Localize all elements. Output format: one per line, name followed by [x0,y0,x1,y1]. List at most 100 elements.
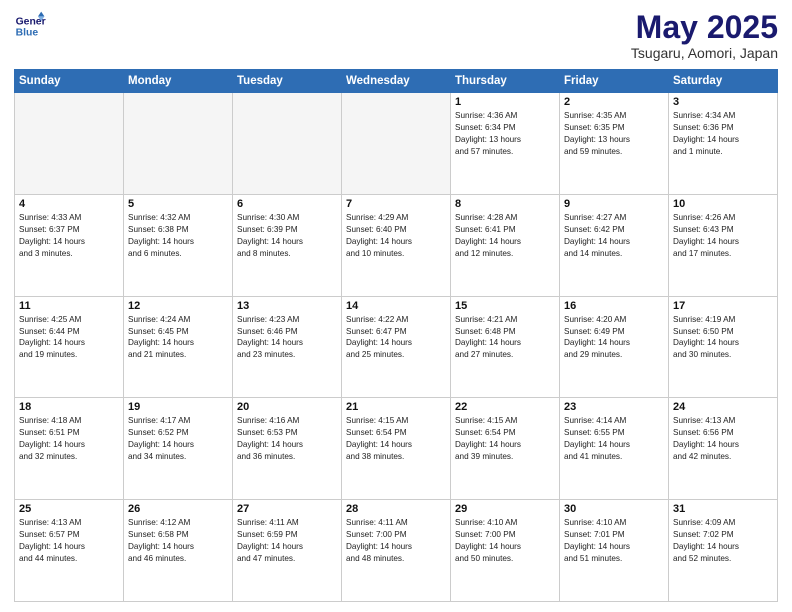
day-info: Sunrise: 4:26 AM Sunset: 6:43 PM Dayligh… [673,212,773,260]
svg-text:Blue: Blue [16,28,39,39]
calendar-cell [15,93,124,195]
day-number: 23 [564,401,664,413]
day-number: 18 [19,401,119,413]
page: General Blue May 2025 Tsugaru, Aomori, J… [0,0,792,612]
day-number: 6 [237,198,337,210]
day-info: Sunrise: 4:13 AM Sunset: 6:57 PM Dayligh… [19,517,119,565]
calendar-cell: 15 Sunrise: 4:21 AM Sunset: 6:48 PM Dayli… [451,296,560,398]
day-number: 13 [237,300,337,312]
calendar-week-5: 25Sunrise: 4:13 AM Sunset: 6:57 PM Dayli… [15,500,778,602]
day-info: Sunrise: 4:20 AM Sunset: 6:49 PM Dayligh… [564,314,664,362]
day-info: Sunrise: 4:27 AM Sunset: 6:42 PM Dayligh… [564,212,664,260]
col-tuesday: Tuesday [233,70,342,93]
day-info: Sunrise: 4:17 AM Sunset: 6:52 PM Dayligh… [128,415,228,463]
calendar-cell: 19 Sunrise: 4:17 AM Sunset: 6:52 PM Dayli… [124,398,233,500]
day-number: 4 [19,198,119,210]
day-number: 30 [564,503,664,515]
logo: General Blue [14,10,46,42]
calendar-cell [342,93,451,195]
day-number: 21 [346,401,446,413]
day-info: Sunrise: 4:29 AM Sunset: 6:40 PM Dayligh… [346,212,446,260]
calendar-cell: 18 Sunrise: 4:18 AM Sunset: 6:51 PM Dayli… [15,398,124,500]
day-number: 27 [237,503,337,515]
day-number: 7 [346,198,446,210]
col-wednesday: Wednesday [342,70,451,93]
day-info: Sunrise: 4:12 AM Sunset: 6:58 PM Dayligh… [128,517,228,565]
day-info: Sunrise: 4:15 AM Sunset: 6:54 PM Dayligh… [455,415,555,463]
location: Tsugaru, Aomori, Japan [631,45,778,61]
day-info: Sunrise: 4:15 AM Sunset: 6:54 PM Dayligh… [346,415,446,463]
calendar-cell: 25Sunrise: 4:13 AM Sunset: 6:57 PM Dayli… [15,500,124,602]
col-saturday: Saturday [669,70,778,93]
title-block: May 2025 Tsugaru, Aomori, Japan [631,10,778,61]
calendar-cell: 30 Sunrise: 4:10 AM Sunset: 7:01 PM Dayli… [560,500,669,602]
day-info: Sunrise: 4:32 AM Sunset: 6:38 PM Dayligh… [128,212,228,260]
calendar-cell: 26Sunrise: 4:12 AM Sunset: 6:58 PM Dayli… [124,500,233,602]
day-info: Sunrise: 4:33 AM Sunset: 6:37 PM Dayligh… [19,212,119,260]
day-number: 20 [237,401,337,413]
day-number: 14 [346,300,446,312]
day-info: Sunrise: 4:30 AM Sunset: 6:39 PM Dayligh… [237,212,337,260]
general-blue-logo-icon: General Blue [14,10,46,42]
calendar-cell: 20 Sunrise: 4:16 AM Sunset: 6:53 PM Dayli… [233,398,342,500]
calendar-cell: 31 Sunrise: 4:09 AM Sunset: 7:02 PM Dayli… [669,500,778,602]
calendar-cell: 29 Sunrise: 4:10 AM Sunset: 7:00 PM Dayli… [451,500,560,602]
day-number: 3 [673,96,773,108]
day-info: Sunrise: 4:13 AM Sunset: 6:56 PM Dayligh… [673,415,773,463]
day-info: Sunrise: 4:16 AM Sunset: 6:53 PM Dayligh… [237,415,337,463]
calendar-week-1: 1Sunrise: 4:36 AM Sunset: 6:34 PM Daylig… [15,93,778,195]
day-number: 24 [673,401,773,413]
day-info: Sunrise: 4:10 AM Sunset: 7:00 PM Dayligh… [455,517,555,565]
day-number: 28 [346,503,446,515]
day-info: Sunrise: 4:35 AM Sunset: 6:35 PM Dayligh… [564,110,664,158]
calendar-cell: 28 Sunrise: 4:11 AM Sunset: 7:00 PM Dayli… [342,500,451,602]
col-monday: Monday [124,70,233,93]
month-title: May 2025 [631,10,778,45]
calendar-cell: 21 Sunrise: 4:15 AM Sunset: 6:54 PM Dayli… [342,398,451,500]
calendar-cell: 8 Sunrise: 4:28 AM Sunset: 6:41 PM Daylig… [451,194,560,296]
calendar-cell: 1Sunrise: 4:36 AM Sunset: 6:34 PM Daylig… [451,93,560,195]
calendar-cell: 10 Sunrise: 4:26 AM Sunset: 6:43 PM Dayli… [669,194,778,296]
col-sunday: Sunday [15,70,124,93]
calendar-cell: 11Sunrise: 4:25 AM Sunset: 6:44 PM Dayli… [15,296,124,398]
day-number: 29 [455,503,555,515]
day-info: Sunrise: 4:09 AM Sunset: 7:02 PM Dayligh… [673,517,773,565]
day-info: Sunrise: 4:18 AM Sunset: 6:51 PM Dayligh… [19,415,119,463]
calendar-week-3: 11Sunrise: 4:25 AM Sunset: 6:44 PM Dayli… [15,296,778,398]
day-number: 31 [673,503,773,515]
calendar-cell: 6 Sunrise: 4:30 AM Sunset: 6:39 PM Daylig… [233,194,342,296]
calendar-cell: 17 Sunrise: 4:19 AM Sunset: 6:50 PM Dayli… [669,296,778,398]
header: General Blue May 2025 Tsugaru, Aomori, J… [14,10,778,61]
col-thursday: Thursday [451,70,560,93]
day-number: 16 [564,300,664,312]
day-info: Sunrise: 4:19 AM Sunset: 6:50 PM Dayligh… [673,314,773,362]
day-number: 11 [19,300,119,312]
calendar-cell [233,93,342,195]
calendar-cell: 23 Sunrise: 4:14 AM Sunset: 6:55 PM Dayli… [560,398,669,500]
day-number: 15 [455,300,555,312]
calendar-cell: 3 Sunrise: 4:34 AM Sunset: 6:36 PM Daylig… [669,93,778,195]
calendar-cell: 24 Sunrise: 4:13 AM Sunset: 6:56 PM Dayli… [669,398,778,500]
day-number: 17 [673,300,773,312]
day-info: Sunrise: 4:14 AM Sunset: 6:55 PM Dayligh… [564,415,664,463]
calendar-cell: 12Sunrise: 4:24 AM Sunset: 6:45 PM Dayli… [124,296,233,398]
day-info: Sunrise: 4:28 AM Sunset: 6:41 PM Dayligh… [455,212,555,260]
calendar-cell: 5Sunrise: 4:32 AM Sunset: 6:38 PM Daylig… [124,194,233,296]
calendar-week-2: 4 Sunrise: 4:33 AM Sunset: 6:37 PM Daylig… [15,194,778,296]
day-info: Sunrise: 4:24 AM Sunset: 6:45 PM Dayligh… [128,314,228,362]
calendar-table: Sunday Monday Tuesday Wednesday Thursday… [14,69,778,602]
calendar-cell: 7 Sunrise: 4:29 AM Sunset: 6:40 PM Daylig… [342,194,451,296]
day-info: Sunrise: 4:34 AM Sunset: 6:36 PM Dayligh… [673,110,773,158]
calendar-cell: 16 Sunrise: 4:20 AM Sunset: 6:49 PM Dayli… [560,296,669,398]
calendar-cell: 9Sunrise: 4:27 AM Sunset: 6:42 PM Daylig… [560,194,669,296]
day-number: 19 [128,401,228,413]
calendar-cell: 13Sunrise: 4:23 AM Sunset: 6:46 PM Dayli… [233,296,342,398]
day-info: Sunrise: 4:22 AM Sunset: 6:47 PM Dayligh… [346,314,446,362]
calendar-week-4: 18 Sunrise: 4:18 AM Sunset: 6:51 PM Dayli… [15,398,778,500]
day-number: 8 [455,198,555,210]
day-info: Sunrise: 4:21 AM Sunset: 6:48 PM Dayligh… [455,314,555,362]
col-friday: Friday [560,70,669,93]
day-info: Sunrise: 4:10 AM Sunset: 7:01 PM Dayligh… [564,517,664,565]
day-info: Sunrise: 4:11 AM Sunset: 7:00 PM Dayligh… [346,517,446,565]
day-number: 10 [673,198,773,210]
